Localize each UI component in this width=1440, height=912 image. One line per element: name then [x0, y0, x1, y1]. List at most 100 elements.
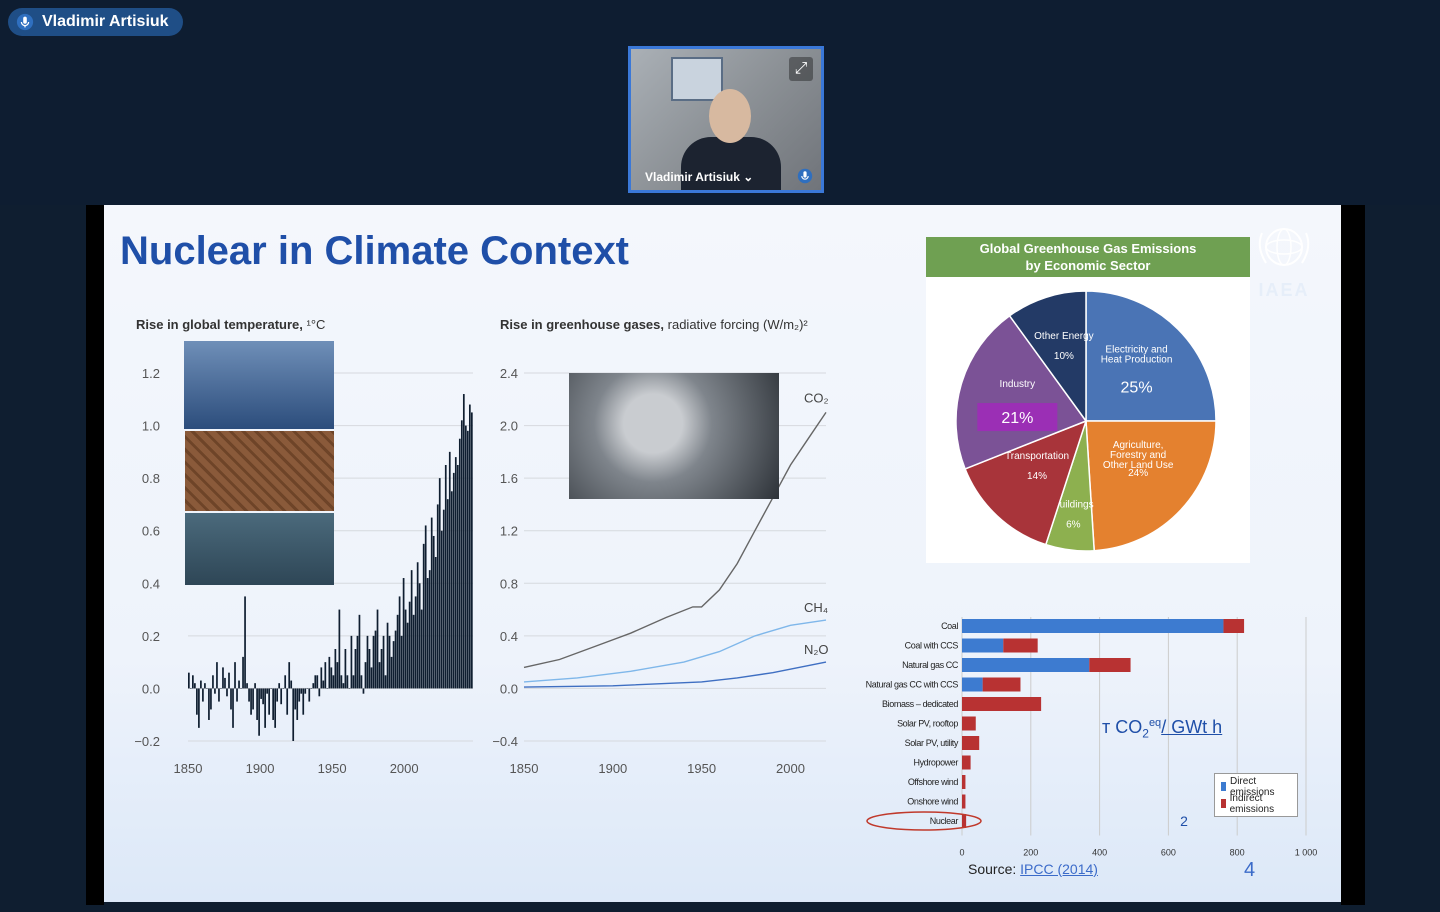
- temperature-bar: [418, 583, 421, 689]
- temperature-bar: [442, 509, 445, 689]
- temperature-bar: [274, 688, 277, 728]
- temperature-bar: [462, 394, 465, 689]
- bar-indirect: [962, 716, 976, 731]
- temperature-bar: [276, 688, 279, 702]
- temperature-bar: [342, 683, 345, 689]
- bar-x-tick: 1 000: [1295, 848, 1318, 858]
- temperature-bar: [414, 596, 417, 689]
- slide-number: 4: [1244, 859, 1256, 881]
- unit-sup: eq: [1148, 717, 1162, 729]
- temperature-bar: [212, 675, 214, 689]
- temperature-title-unit: ¹°C: [306, 317, 326, 332]
- temperature-bar: [388, 635, 391, 689]
- temperature-bar: [254, 683, 256, 689]
- temperature-bar: [220, 688, 222, 689]
- bar-unit-label: т CO2eq/ GWt h: [1102, 717, 1222, 741]
- shared-screen-area: Nuclear in Climate Context IAEA Rise in …: [0, 205, 1440, 912]
- pie-slice-label: Other Energy: [1034, 331, 1093, 342]
- temperature-bar: [390, 656, 393, 689]
- temperature-chart-title: Rise in global temperature, ¹°C: [136, 317, 325, 332]
- temperature-bar: [218, 688, 220, 702]
- temperature-bar: [214, 688, 216, 694]
- temperature-bar: [206, 688, 208, 689]
- temperature-bar: [286, 688, 289, 715]
- temperature-bar: [284, 675, 287, 689]
- temperature-bar: [278, 683, 281, 689]
- ghg-y-tick: 1.2: [500, 524, 518, 539]
- temperature-bar: [410, 570, 413, 689]
- temperature-bar: [330, 667, 333, 689]
- temperature-bar: [318, 688, 321, 697]
- temperature-bar: [304, 688, 307, 694]
- temperature-bar: [352, 675, 355, 689]
- unit-pre: т CO: [1102, 717, 1143, 737]
- source-link[interactable]: IPCC (2014): [1020, 861, 1098, 877]
- temperature-bar: [362, 688, 365, 694]
- temperature-bar: [208, 688, 210, 720]
- temperature-bar: [370, 667, 373, 689]
- pie-slice-value: 21%: [1001, 410, 1033, 427]
- bar-indirect: [962, 814, 967, 828]
- temperature-bar: [420, 609, 423, 689]
- microphone-icon: [797, 168, 813, 184]
- nuclear-value-label: 2: [1180, 813, 1188, 829]
- temperature-bar: [444, 465, 447, 689]
- temperature-bar: [380, 649, 383, 689]
- bar-category-label: Natural gas CC with CCS: [866, 680, 959, 690]
- temperature-bar: [340, 675, 343, 689]
- temperature-bar: [188, 672, 190, 689]
- temperature-bar: [250, 688, 252, 715]
- temperature-bar: [216, 662, 218, 689]
- logo-text: IAEA: [1258, 280, 1310, 300]
- temperature-bar: [190, 688, 192, 689]
- pie-title: Global Greenhouse Gas Emissions by Econo…: [926, 237, 1250, 277]
- temperature-bar: [234, 662, 236, 689]
- temperature-bar: [428, 570, 431, 689]
- bar-indirect: [962, 736, 980, 750]
- temperature-bar: [466, 430, 469, 689]
- pie-slice-label: Industry: [1000, 379, 1036, 390]
- temperature-bar: [382, 635, 385, 689]
- temperature-x-tick: 2000: [390, 761, 419, 776]
- temperature-y-tick: 0.6: [142, 524, 160, 539]
- ghg-x-tick: 1850: [510, 761, 539, 776]
- temperature-bar: [296, 688, 299, 720]
- unit-sub: 2: [1142, 726, 1149, 741]
- temperature-bar: [436, 504, 439, 689]
- bar-category-label: Onshore wind: [907, 797, 958, 807]
- temperature-bar: [240, 688, 242, 689]
- screen-border-right: [1341, 205, 1365, 905]
- ghg-series-label: CO₂: [804, 390, 829, 405]
- temperature-bar: [412, 614, 415, 689]
- temperature-bar: [314, 675, 317, 689]
- temperature-bar: [392, 641, 395, 689]
- temperature-bar: [454, 457, 457, 689]
- ghg-y-tick: −0.4: [492, 734, 518, 749]
- temperature-bar: [248, 688, 250, 702]
- legend-swatch-direct: [1221, 782, 1226, 791]
- participant-video-tile[interactable]: ⤢ Vladimir Artisiuk ⌄: [628, 46, 824, 193]
- bar-indirect: [982, 677, 1021, 692]
- temperature-bar: [316, 675, 319, 689]
- temperature-bar: [424, 525, 427, 689]
- temperature-bar: [386, 622, 389, 689]
- iaea-logo: IAEA: [1249, 221, 1319, 301]
- temperature-bar: [280, 688, 283, 705]
- ghg-series-line: [523, 661, 827, 688]
- bar-x-tick: 200: [1023, 848, 1038, 858]
- temperature-bar: [426, 578, 429, 689]
- active-speaker-indicator[interactable]: Vladimir Artisiuk: [8, 8, 183, 36]
- temperature-bar: [292, 688, 295, 741]
- temperature-bar: [346, 675, 349, 689]
- temperature-bar: [192, 675, 194, 689]
- temperature-y-tick: 1.2: [142, 366, 160, 381]
- drought-photo: [185, 431, 334, 511]
- temperature-bar: [448, 451, 451, 689]
- pie-slice-label: Transportation: [1005, 451, 1069, 462]
- expand-icon[interactable]: ⤢: [789, 57, 813, 81]
- un-emblem-icon: [1258, 228, 1310, 266]
- video-tile-name[interactable]: Vladimir Artisiuk ⌄: [645, 170, 753, 184]
- temperature-bar: [288, 662, 291, 689]
- flood-photo: [185, 513, 334, 585]
- bar-direct: [962, 658, 1090, 672]
